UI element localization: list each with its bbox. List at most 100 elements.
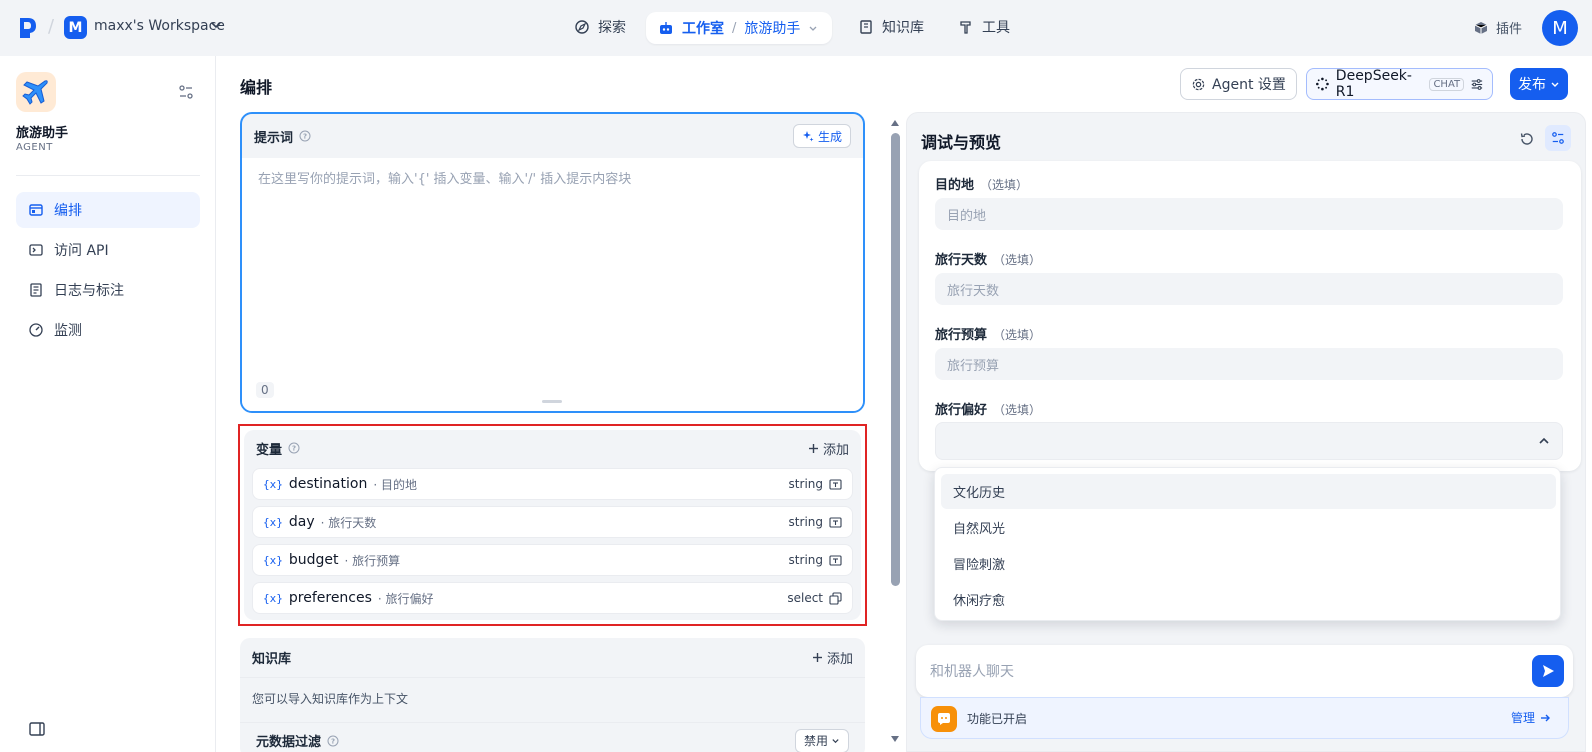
prompt-placeholder: 在这里写你的提示词，输入'{' 插入变量、输入'/' 插入提示内容块 [258, 172, 632, 187]
dropdown-option[interactable]: 自然风光 [941, 510, 1556, 545]
nav-separator: / [732, 20, 737, 36]
variable-row[interactable]: {x} destination · 目的地 string [252, 468, 853, 500]
knowledge-title: 知识库 [252, 652, 292, 667]
user-avatar[interactable]: M [1542, 10, 1578, 46]
add-knowledge-button[interactable]: 添加 [812, 648, 853, 667]
variable-info: {x} destination · 目的地 [263, 476, 417, 493]
days-input[interactable]: 旅行天数 [935, 273, 1563, 305]
variable-desc: · 目的地 [373, 477, 417, 492]
refresh-icon[interactable] [1519, 131, 1535, 147]
field-label-text: 旅行天数 [935, 253, 988, 268]
variable-row[interactable]: {x} preferences · 旅行偏好 select [252, 582, 853, 614]
left-sidebar: 旅游助手 AGENT 编排 访问 API 日志与标注 监测 [0, 56, 216, 752]
variable-row[interactable]: {x} budget · 旅行预算 string [252, 544, 853, 576]
plugins-link[interactable]: 插件 [1474, 18, 1522, 37]
manage-features-link[interactable]: 管理 [1511, 709, 1551, 726]
model-mode-tag: CHAT [1429, 77, 1465, 91]
workspace-name[interactable]: maxx's Workspace [94, 18, 225, 34]
nav-knowledge[interactable]: 知识库 [858, 17, 924, 37]
help-circle-icon[interactable]: ? [288, 442, 300, 454]
destination-input[interactable]: 目的地 [935, 198, 1563, 230]
variable-icon: {x} [263, 553, 283, 567]
nav-studio[interactable]: 工作室 / 旅游助手 [646, 12, 832, 44]
generate-label: 生成 [817, 129, 842, 144]
variables-header: 变量 ? 添加 [244, 430, 861, 466]
publish-button[interactable]: 发布 [1510, 68, 1568, 100]
send-button[interactable] [1532, 655, 1564, 687]
gear-icon [1192, 78, 1205, 90]
scroll-down-arrow[interactable] [891, 736, 899, 742]
prompt-char-count: 0 [256, 382, 274, 398]
variable-icon: {x} [263, 515, 283, 529]
cube-icon [1474, 21, 1488, 34]
prompt-header: 提示词 ? 生成 [242, 114, 863, 158]
workspace-badge[interactable]: M [64, 16, 87, 39]
chevron-down-icon[interactable] [808, 23, 818, 33]
variable-info: {x} preferences · 旅行偏好 [263, 590, 434, 607]
gauge-icon [29, 323, 43, 337]
optional-tag: （选填） [980, 178, 1029, 192]
chat-bubble-icon [938, 713, 950, 725]
settings-sliders-icon[interactable] [178, 84, 194, 100]
dropdown-option[interactable]: 冒险刺激 [941, 546, 1556, 581]
scroll-up-arrow[interactable] [891, 120, 899, 126]
sliders-icon[interactable] [1470, 77, 1484, 92]
nav-knowledge-label: 知识库 [882, 20, 924, 36]
variable-type: select [787, 591, 823, 605]
agent-settings-button[interactable]: Agent 设置 [1180, 68, 1297, 100]
sidebar-item-logs[interactable]: 日志与标注 [16, 272, 200, 308]
app-logo-icon[interactable] [18, 16, 38, 40]
model-selector[interactable]: DeepSeek-R1 CHAT [1306, 68, 1493, 100]
sidebar-item-orchestrate[interactable]: 编排 [16, 192, 200, 228]
variable-desc: · 旅行偏好 [377, 591, 434, 606]
app-type: AGENT [16, 142, 53, 153]
resize-handle[interactable] [542, 400, 562, 403]
variables-title-wrap: 变量 ? [256, 439, 300, 458]
airplane-icon [22, 80, 48, 105]
dropdown-option[interactable]: 文化历史 [941, 474, 1556, 509]
prompt-title-wrap: 提示词 ? [254, 127, 311, 146]
sidebar-item-monitor[interactable]: 监测 [16, 312, 200, 348]
chat-input[interactable]: 和机器人聊天 [916, 645, 1573, 697]
plus-icon [808, 443, 818, 453]
field-label-days: 旅行天数 （选填） [935, 249, 1041, 268]
prompt-textarea[interactable]: 在这里写你的提示词，输入'{' 插入变量、输入'/' 插入提示内容块 0 [242, 158, 863, 411]
variables-config-button[interactable] [1545, 125, 1571, 151]
scrollbar-thumb[interactable] [891, 133, 900, 586]
metadata-filter-value: 禁用 [803, 734, 828, 748]
sidebar-item-label: 监测 [54, 323, 82, 339]
generate-button[interactable]: 生成 [792, 124, 851, 148]
nav-tools[interactable]: 工具 [958, 17, 1010, 37]
variables-title: 变量 [256, 442, 283, 458]
knowledge-panel: 知识库 添加 您可以导入知识库作为上下文 元数据过滤 ? 禁用 [240, 638, 865, 752]
preferences-select[interactable] [935, 422, 1563, 460]
hammer-icon [960, 21, 971, 34]
sidebar-item-label: 日志与标注 [54, 283, 124, 299]
variable-row[interactable]: {x} day · 旅行天数 string [252, 506, 853, 538]
chat-placeholder: 和机器人聊天 [930, 664, 1014, 680]
sidebar-collapse-icon[interactable] [28, 720, 46, 738]
nav-tools-label: 工具 [982, 20, 1010, 36]
sidebar-item-label: 访问 API [54, 243, 109, 259]
sidebar-item-api[interactable]: 访问 API [16, 232, 200, 268]
variable-key: destination [288, 476, 368, 492]
help-circle-icon[interactable]: ? [299, 130, 311, 142]
variable-info: {x} budget · 旅行预算 [263, 552, 400, 569]
svg-text:?: ? [303, 133, 307, 141]
text-input-icon [829, 478, 842, 490]
dropdown-option[interactable]: 休闲疗愈 [941, 582, 1556, 617]
metadata-filter-select[interactable]: 禁用 [794, 728, 849, 752]
nav-app-name[interactable]: 旅游助手 [744, 18, 800, 38]
chevron-down-icon[interactable] [210, 19, 222, 31]
field-label-destination: 目的地 （选填） [935, 174, 1028, 193]
budget-input[interactable]: 旅行预算 [935, 348, 1563, 380]
sidebar-item-label: 编排 [54, 203, 82, 219]
help-circle-icon[interactable]: ? [327, 735, 339, 747]
variable-info: {x} day · 旅行天数 [263, 514, 376, 531]
model-dots-icon [1316, 77, 1329, 91]
nav-explore[interactable]: 探索 [574, 17, 626, 37]
variable-icon: {x} [263, 591, 283, 605]
variable-desc: · 旅行预算 [344, 553, 401, 568]
app-icon [16, 72, 56, 112]
add-variable-button[interactable]: 添加 [808, 439, 849, 458]
